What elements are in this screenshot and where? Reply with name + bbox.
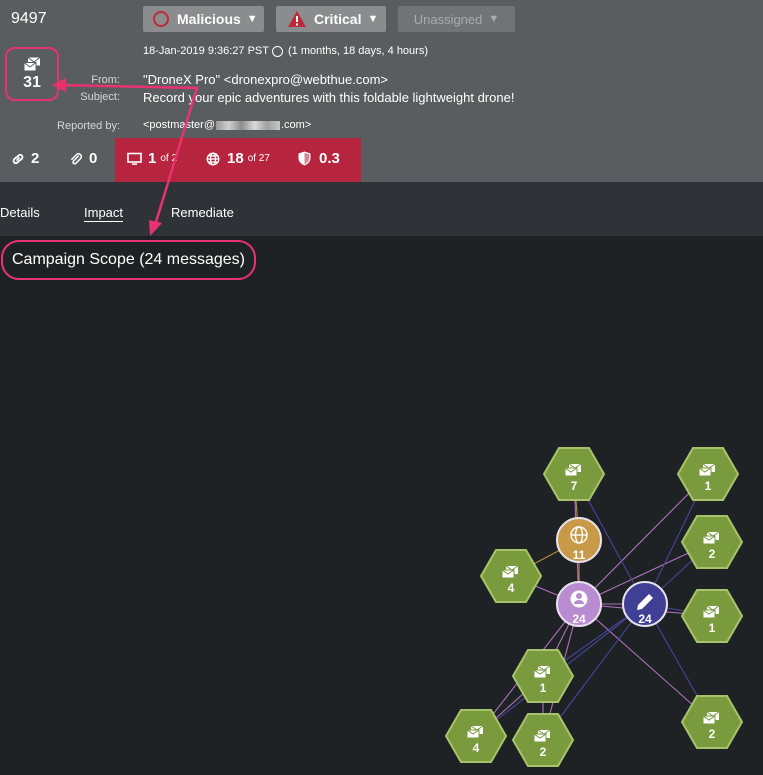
node-count: 4 (508, 581, 515, 595)
node-count: 11 (573, 548, 586, 562)
user-icon (570, 590, 588, 608)
message-node[interactable]: 2 (680, 515, 744, 569)
message-node[interactable]: 2 (511, 713, 575, 767)
sender-node[interactable]: 24 (622, 581, 668, 627)
message-node[interactable]: 7 (542, 447, 606, 501)
message-node[interactable]: 1 (676, 447, 740, 501)
user-node[interactable]: 24 (556, 581, 602, 627)
node-count: 1 (540, 681, 547, 695)
node-count: 24 (638, 612, 652, 626)
message-node[interactable]: 4 (479, 549, 543, 603)
node-count: 1 (705, 479, 712, 493)
node-count: 2 (709, 547, 716, 561)
url-node[interactable]: 11 (556, 517, 602, 563)
node-count: 2 (540, 745, 547, 759)
campaign-graph[interactable]: 24 2411 7 1 2 4 1 1 4 2 2 (0, 0, 763, 775)
node-count: 2 (709, 727, 716, 741)
node-count: 1 (709, 621, 716, 635)
graph-nodes: 24 2411 7 1 2 4 1 1 4 2 2 (444, 447, 744, 767)
node-count: 4 (473, 741, 480, 755)
message-node[interactable]: 1 (680, 589, 744, 643)
node-count: 7 (571, 479, 578, 493)
node-count: 24 (572, 612, 586, 626)
